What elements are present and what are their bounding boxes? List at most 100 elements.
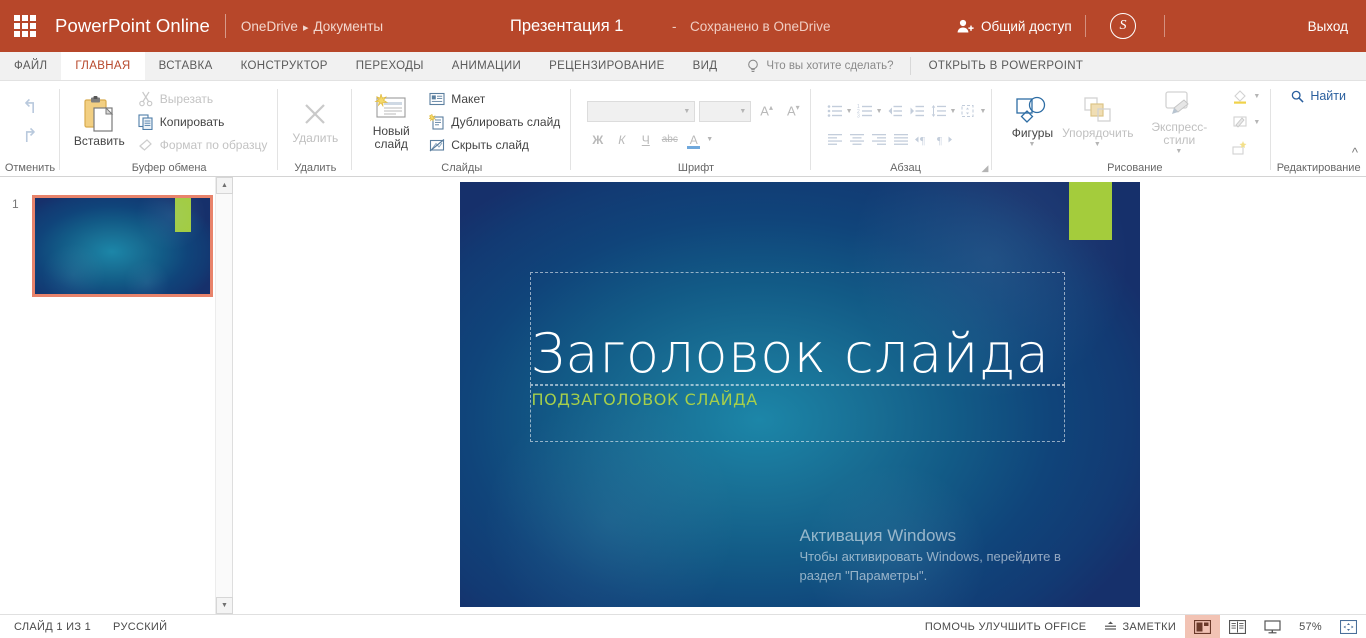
align-justify-button[interactable] (891, 129, 911, 149)
find-label: Найти (1310, 89, 1346, 103)
open-in-powerpoint-button[interactable]: ОТКРЫТЬ В POWERPOINT (915, 52, 1098, 80)
font-name-input[interactable]: ▼ (587, 100, 696, 122)
chevron-down-icon[interactable]: ▼ (846, 108, 853, 115)
app-brand-title: PowerPoint Online (55, 15, 210, 36)
text-direction-button[interactable] (958, 101, 978, 121)
undo-arrow-icon[interactable]: ↰ (22, 98, 38, 117)
chevron-down-icon[interactable]: ▼ (683, 108, 690, 115)
tab-view[interactable]: ВИД (679, 52, 732, 80)
chevron-up-icon[interactable]: ^ (1352, 145, 1358, 160)
decrease-indent-button[interactable] (885, 101, 905, 121)
svg-text:¶: ¶ (920, 135, 925, 146)
view-normal-button[interactable] (1185, 615, 1221, 638)
shrink-font-button[interactable]: A▾ (782, 101, 805, 120)
line-spacing-button[interactable] (929, 101, 949, 121)
increase-indent-button[interactable] (907, 101, 927, 121)
chevron-down-icon[interactable]: ▼ (739, 108, 746, 115)
group-caption-clipboard: Буфер обмена (131, 161, 207, 174)
notes-button[interactable]: ЗАМЕТКИ (1095, 615, 1185, 638)
view-reading-button[interactable] (1220, 615, 1255, 638)
grow-font-button[interactable]: A▴ (755, 101, 778, 120)
numbering-button[interactable]: 1 2 3 (855, 101, 875, 121)
duplicate-slide-button[interactable]: Дублировать слайд (424, 112, 565, 132)
align-left-icon (827, 133, 842, 145)
breadcrumb-leaf[interactable]: Документы (313, 19, 383, 34)
bullet-list-icon (827, 105, 842, 117)
chevron-down-icon[interactable]: ▼ (706, 136, 713, 143)
group-caption-paragraph: Абзац (890, 161, 921, 174)
delete-slide-button: Удалить (284, 97, 346, 147)
chevron-down-icon[interactable]: ▼ (979, 108, 986, 115)
shapes-button[interactable]: Фигуры ▼ (1004, 94, 1060, 150)
slide-canvas[interactable]: Заголовок слайда ПОДЗАГОЛОВОК СЛАЙДА Акт… (459, 182, 1140, 607)
slide-subtitle-text[interactable]: ПОДЗАГОЛОВОК СЛАЙДА (532, 390, 758, 409)
shapes-label: Фигуры (1011, 126, 1054, 140)
fit-to-window-button[interactable] (1331, 615, 1366, 638)
font-size-input[interactable]: ▼ (699, 100, 752, 122)
thumbnail-scrollbar[interactable]: ▲ ▼ (215, 177, 233, 614)
app-launcher-icon[interactable] (13, 14, 37, 38)
right-to-left-icon: ¶ (937, 135, 952, 146)
tab-review[interactable]: РЕЦЕНЗИРОВАНИЕ (535, 52, 679, 80)
zoom-level[interactable]: 57% (1290, 615, 1331, 638)
share-button[interactable]: Общий доступ (957, 19, 1072, 34)
slide-title-text[interactable]: Заголовок слайда (530, 274, 1065, 384)
arrange-icon (1084, 97, 1111, 122)
skype-icon[interactable]: S (1110, 13, 1136, 39)
paragraph-dialog-launcher-icon[interactable]: ◢ (981, 163, 988, 174)
thumbnail-accent-rect (175, 198, 191, 232)
shape-fill-icon (1234, 90, 1247, 104)
shapes-icon (1016, 96, 1046, 123)
underline-button[interactable]: Ч (635, 130, 656, 150)
arrange-label: Упорядочить (1062, 126, 1134, 140)
language-label[interactable]: РУССКИЙ (113, 621, 167, 633)
tell-me-search[interactable]: Что вы хотите сделать? (731, 52, 905, 80)
bold-button[interactable]: Ж (587, 130, 608, 150)
paste-icon (84, 96, 114, 132)
italic-button[interactable]: К (611, 130, 632, 150)
thumbnail-number: 1 (12, 197, 19, 211)
sign-out-button[interactable]: Выход (1308, 19, 1348, 34)
chevron-down-icon[interactable]: ▼ (1028, 141, 1035, 148)
layout-button[interactable]: Макет (424, 89, 565, 109)
align-left-button[interactable] (825, 129, 845, 149)
rtl-text-button[interactable]: ¶ (935, 129, 955, 149)
paste-button[interactable]: Вставить (66, 94, 133, 150)
bullets-button[interactable] (825, 101, 845, 121)
breadcrumb[interactable]: OneDrive ▸ Документы (241, 19, 383, 34)
tab-transitions[interactable]: ПЕРЕХОДЫ (342, 52, 438, 80)
tab-insert[interactable]: ВСТАВКА (145, 52, 227, 80)
chevron-down-icon[interactable]: ▼ (950, 108, 957, 115)
paste-label: Вставить (73, 134, 125, 148)
delete-label: Удалить (292, 131, 339, 145)
hide-slide-button[interactable]: Скрыть слайд (424, 135, 565, 155)
header-divider (224, 14, 226, 38)
document-title[interactable]: Презентация 1 (510, 17, 623, 36)
tab-design[interactable]: КОНСТРУКТОР (227, 52, 342, 80)
chevron-down-icon: ▼ (1253, 118, 1261, 126)
tab-animations[interactable]: АНИМАЦИИ (438, 52, 535, 80)
align-right-button[interactable] (869, 129, 889, 149)
triangle-down-icon[interactable]: ▼ (216, 597, 233, 614)
triangle-up-icon[interactable]: ▲ (216, 177, 233, 194)
tab-file[interactable]: ФАЙЛ (0, 52, 61, 80)
format-painter-button: Формат по образцу (133, 135, 273, 155)
thumbnail-slide-1[interactable] (32, 195, 213, 297)
ribbon-group-font: ▼ ▼ A▴ A▾ Ж К Ч abc A ▼ Шрифт (571, 81, 812, 176)
find-button[interactable]: Найти (1277, 89, 1360, 103)
strikethrough-button[interactable]: abc (659, 130, 680, 150)
tab-divider (909, 57, 911, 75)
improve-office-link[interactable]: ПОМОЧЬ УЛУЧШИТЬ OFFICE (916, 615, 1096, 638)
quick-styles-button: Экспресс-стили ▼ (1135, 88, 1223, 157)
view-slideshow-button[interactable] (1255, 615, 1290, 638)
chevron-down-icon[interactable]: ▼ (876, 108, 883, 115)
font-color-button[interactable]: A (683, 130, 704, 150)
redo-arrow-icon[interactable]: ↱ (22, 127, 38, 146)
hide-slide-label: Скрыть слайд (451, 138, 529, 152)
tab-home[interactable]: ГЛАВНАЯ (61, 52, 145, 80)
new-slide-button[interactable]: Новый слайд (358, 92, 424, 153)
copy-button[interactable]: Копировать (133, 112, 273, 132)
ltr-text-button[interactable]: ¶ (913, 129, 933, 149)
breadcrumb-root[interactable]: OneDrive (241, 19, 298, 34)
align-center-button[interactable] (847, 129, 867, 149)
